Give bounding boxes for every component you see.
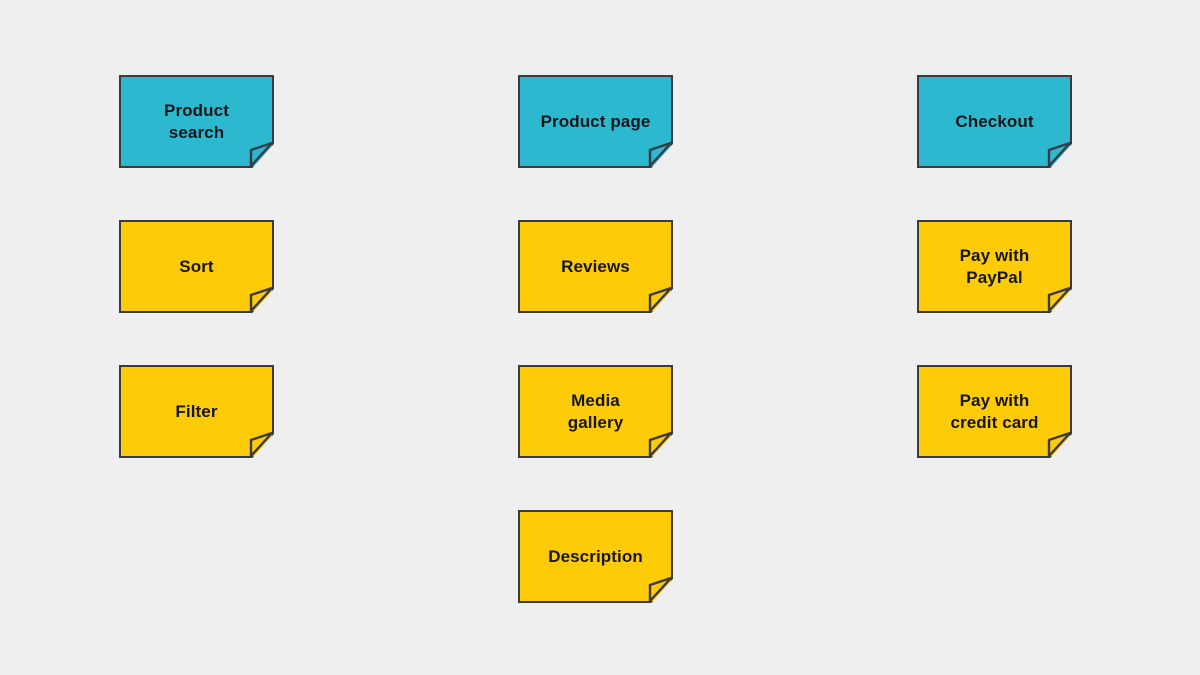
sticky-note-label: Filter xyxy=(175,401,218,421)
sticky-note[interactable]: Pay with credit card xyxy=(917,365,1072,458)
sticky-note[interactable]: Product page xyxy=(518,75,673,168)
sticky-note[interactable]: Reviews xyxy=(518,220,673,313)
sticky-note-label: Description xyxy=(548,546,643,566)
folded-corner-icon xyxy=(249,141,272,166)
sticky-note-label: Pay with PayPal xyxy=(959,246,1030,287)
sticky-note-label: Sort xyxy=(179,256,214,276)
folded-corner-icon xyxy=(648,141,671,166)
folded-corner-icon xyxy=(1047,141,1070,166)
sticky-note-label: Product page xyxy=(540,111,651,131)
folded-corner-icon xyxy=(648,431,671,456)
sticky-note[interactable]: Description xyxy=(518,510,673,603)
folded-corner-icon xyxy=(648,286,671,311)
sticky-note[interactable]: Checkout xyxy=(917,75,1072,168)
sticky-note-label: Checkout xyxy=(955,111,1034,131)
folded-corner-icon xyxy=(1047,286,1070,311)
sticky-note-label: Media gallery xyxy=(567,391,624,432)
sticky-note[interactable]: Product search xyxy=(119,75,274,168)
folded-corner-icon xyxy=(648,576,671,601)
sticky-note-label: Reviews xyxy=(561,256,630,276)
sticky-note-label: Product search xyxy=(164,101,229,142)
sticky-note[interactable]: Media gallery xyxy=(518,365,673,458)
folded-corner-icon xyxy=(1047,431,1070,456)
folded-corner-icon xyxy=(249,431,272,456)
folded-corner-icon xyxy=(249,286,272,311)
sticky-note[interactable]: Pay with PayPal xyxy=(917,220,1072,313)
sticky-note-board: Product search Sort Filter Product page Revi… xyxy=(0,0,1200,675)
sticky-note-label: Pay with credit card xyxy=(950,391,1039,432)
sticky-note[interactable]: Sort xyxy=(119,220,274,313)
sticky-note[interactable]: Filter xyxy=(119,365,274,458)
